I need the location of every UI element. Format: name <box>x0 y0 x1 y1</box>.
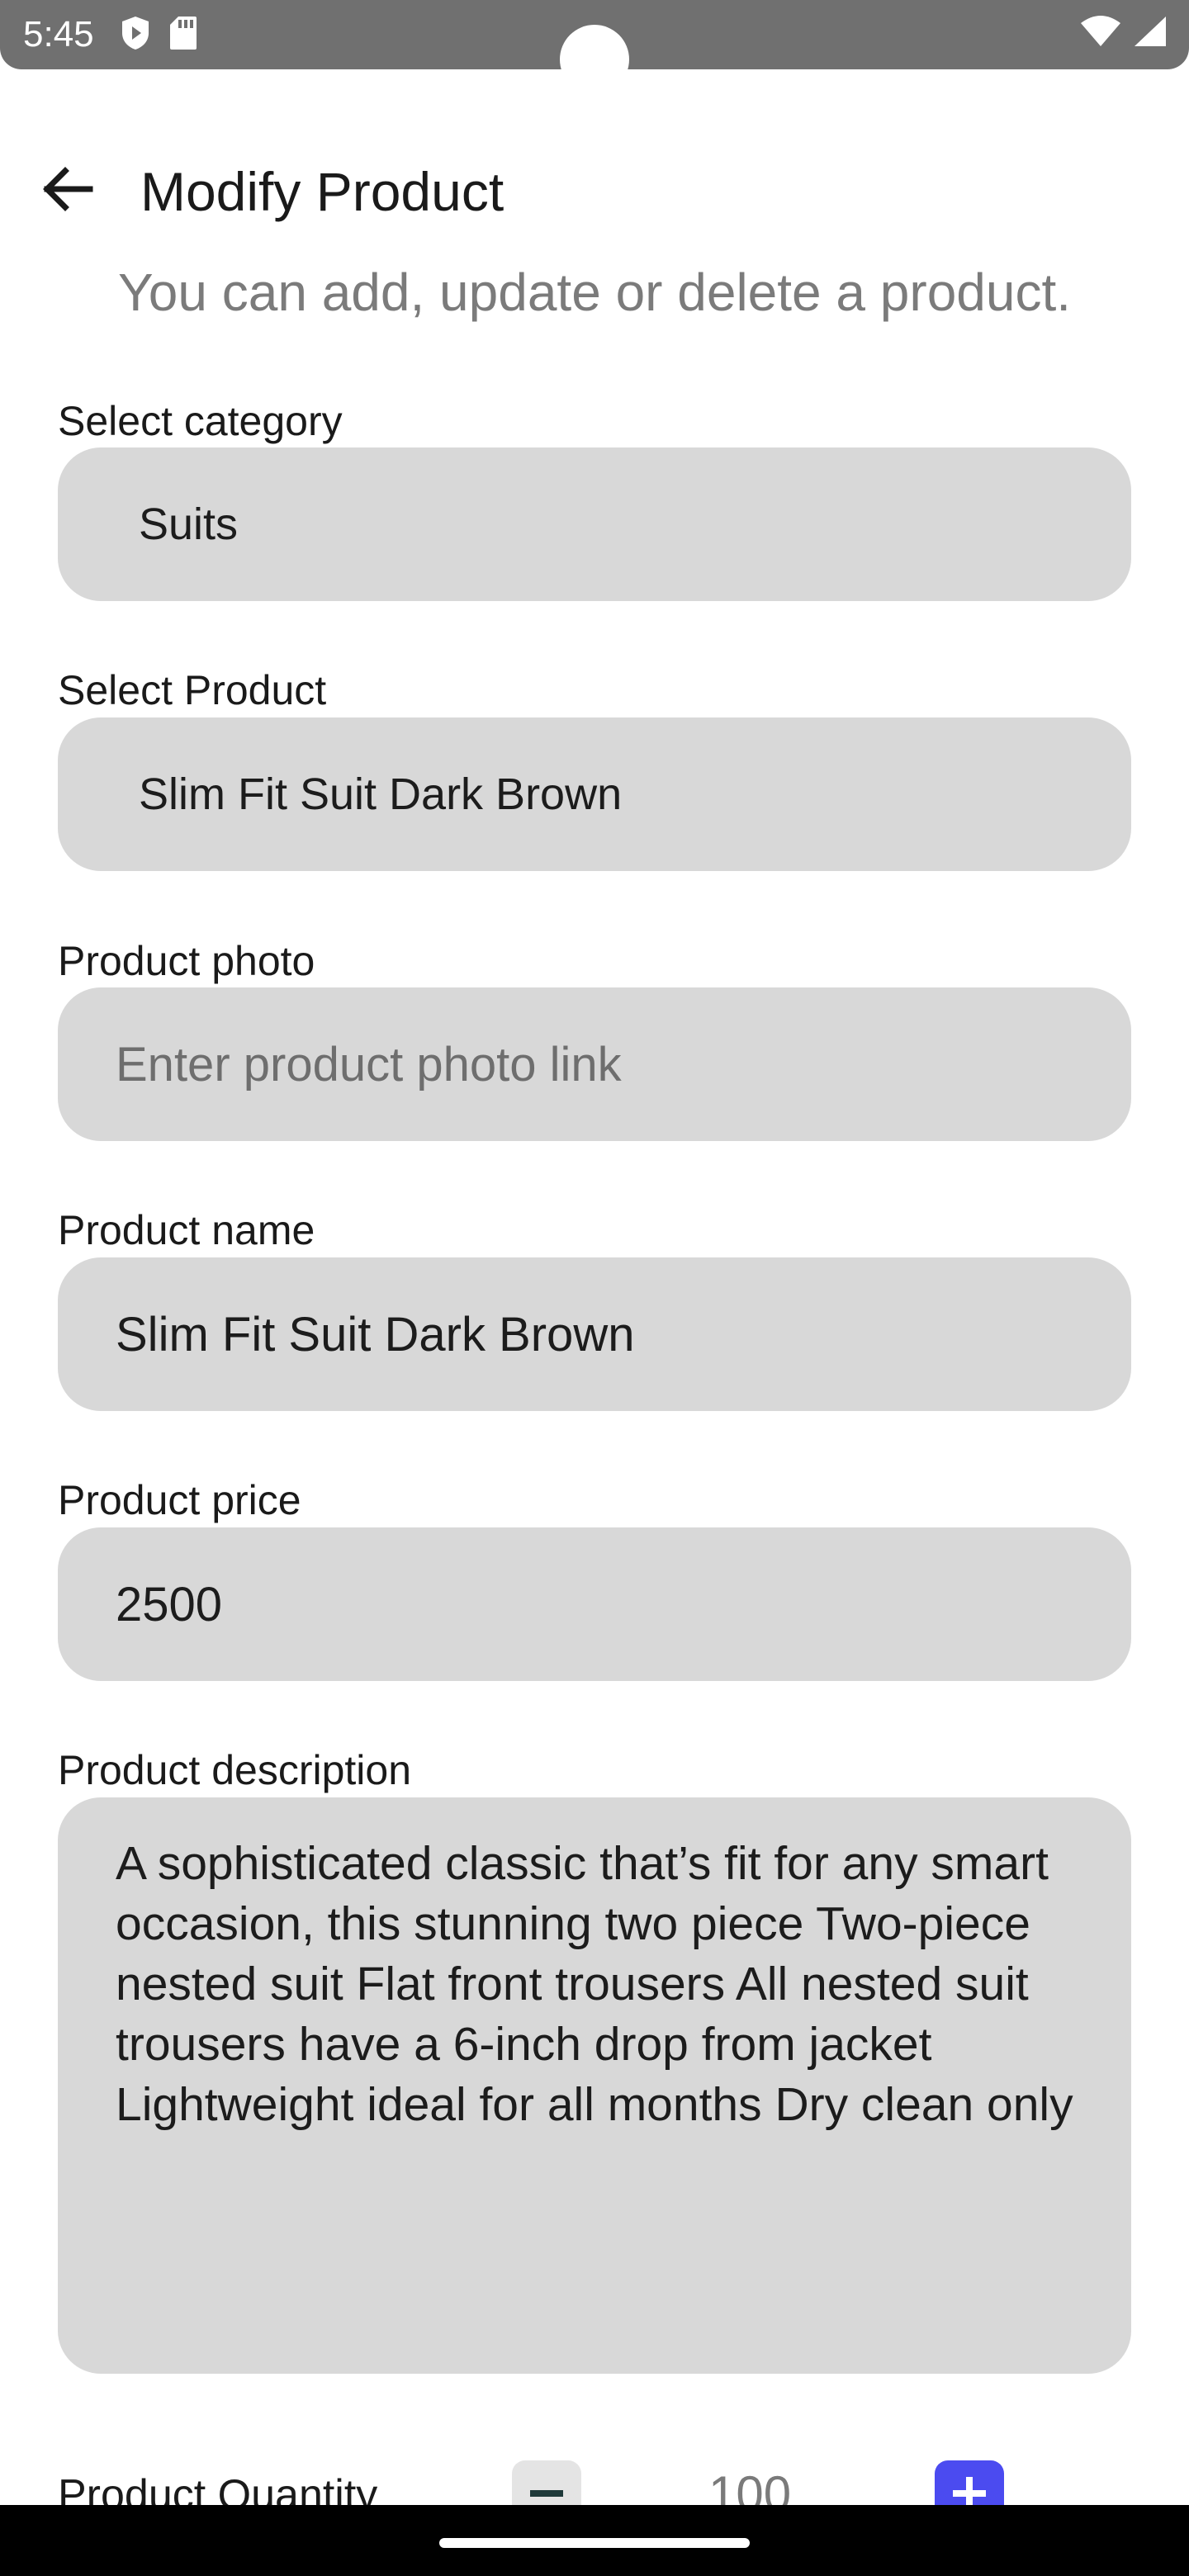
photo-label: Product photo <box>58 938 315 984</box>
category-label: Select category <box>58 398 343 444</box>
product-description-value: A sophisticated classic that’s fit for a… <box>116 1837 1073 2131</box>
navigation-bar <box>0 2505 1189 2576</box>
arrow-left-icon <box>40 166 93 216</box>
status-right-icons <box>1080 15 1168 52</box>
product-name-field[interactable]: Slim Fit Suit Dark Brown <box>58 1257 1131 1411</box>
product-price-value: 2500 <box>116 1577 223 1631</box>
shield-play-icon <box>121 15 150 55</box>
category-value: Suits <box>139 500 239 549</box>
photo-link-field[interactable]: Enter product photo link <box>58 987 1131 1141</box>
status-time: 5:45 <box>23 14 94 54</box>
cellular-signal-icon <box>1133 15 1168 52</box>
camera-cutout <box>560 25 629 94</box>
product-select-value: Slim Fit Suit Dark Brown <box>139 769 623 819</box>
product-name-value: Slim Fit Suit Dark Brown <box>116 1307 635 1361</box>
product-price-field[interactable]: 2500 <box>58 1527 1131 1681</box>
home-gesture-handle[interactable] <box>439 2538 750 2548</box>
name-label: Product name <box>58 1207 315 1253</box>
price-label: Product price <box>58 1477 301 1523</box>
status-bar: 5:45 <box>0 0 1189 94</box>
category-dropdown[interactable]: Suits <box>58 447 1131 601</box>
wifi-icon <box>1080 15 1121 52</box>
back-button[interactable] <box>38 162 96 220</box>
page-subtitle: You can add, update or delete a product. <box>117 263 1072 322</box>
description-label: Product description <box>58 1747 412 1793</box>
status-left-icons <box>121 15 198 55</box>
sd-card-icon <box>168 15 198 55</box>
photo-link-placeholder: Enter product photo link <box>116 1037 622 1091</box>
product-description-field[interactable]: A sophisticated classic that’s fit for a… <box>58 1797 1131 2374</box>
product-dropdown[interactable]: Slim Fit Suit Dark Brown <box>58 717 1131 871</box>
product-select-label: Select Product <box>58 667 327 713</box>
page-title: Modify Product <box>140 161 504 222</box>
